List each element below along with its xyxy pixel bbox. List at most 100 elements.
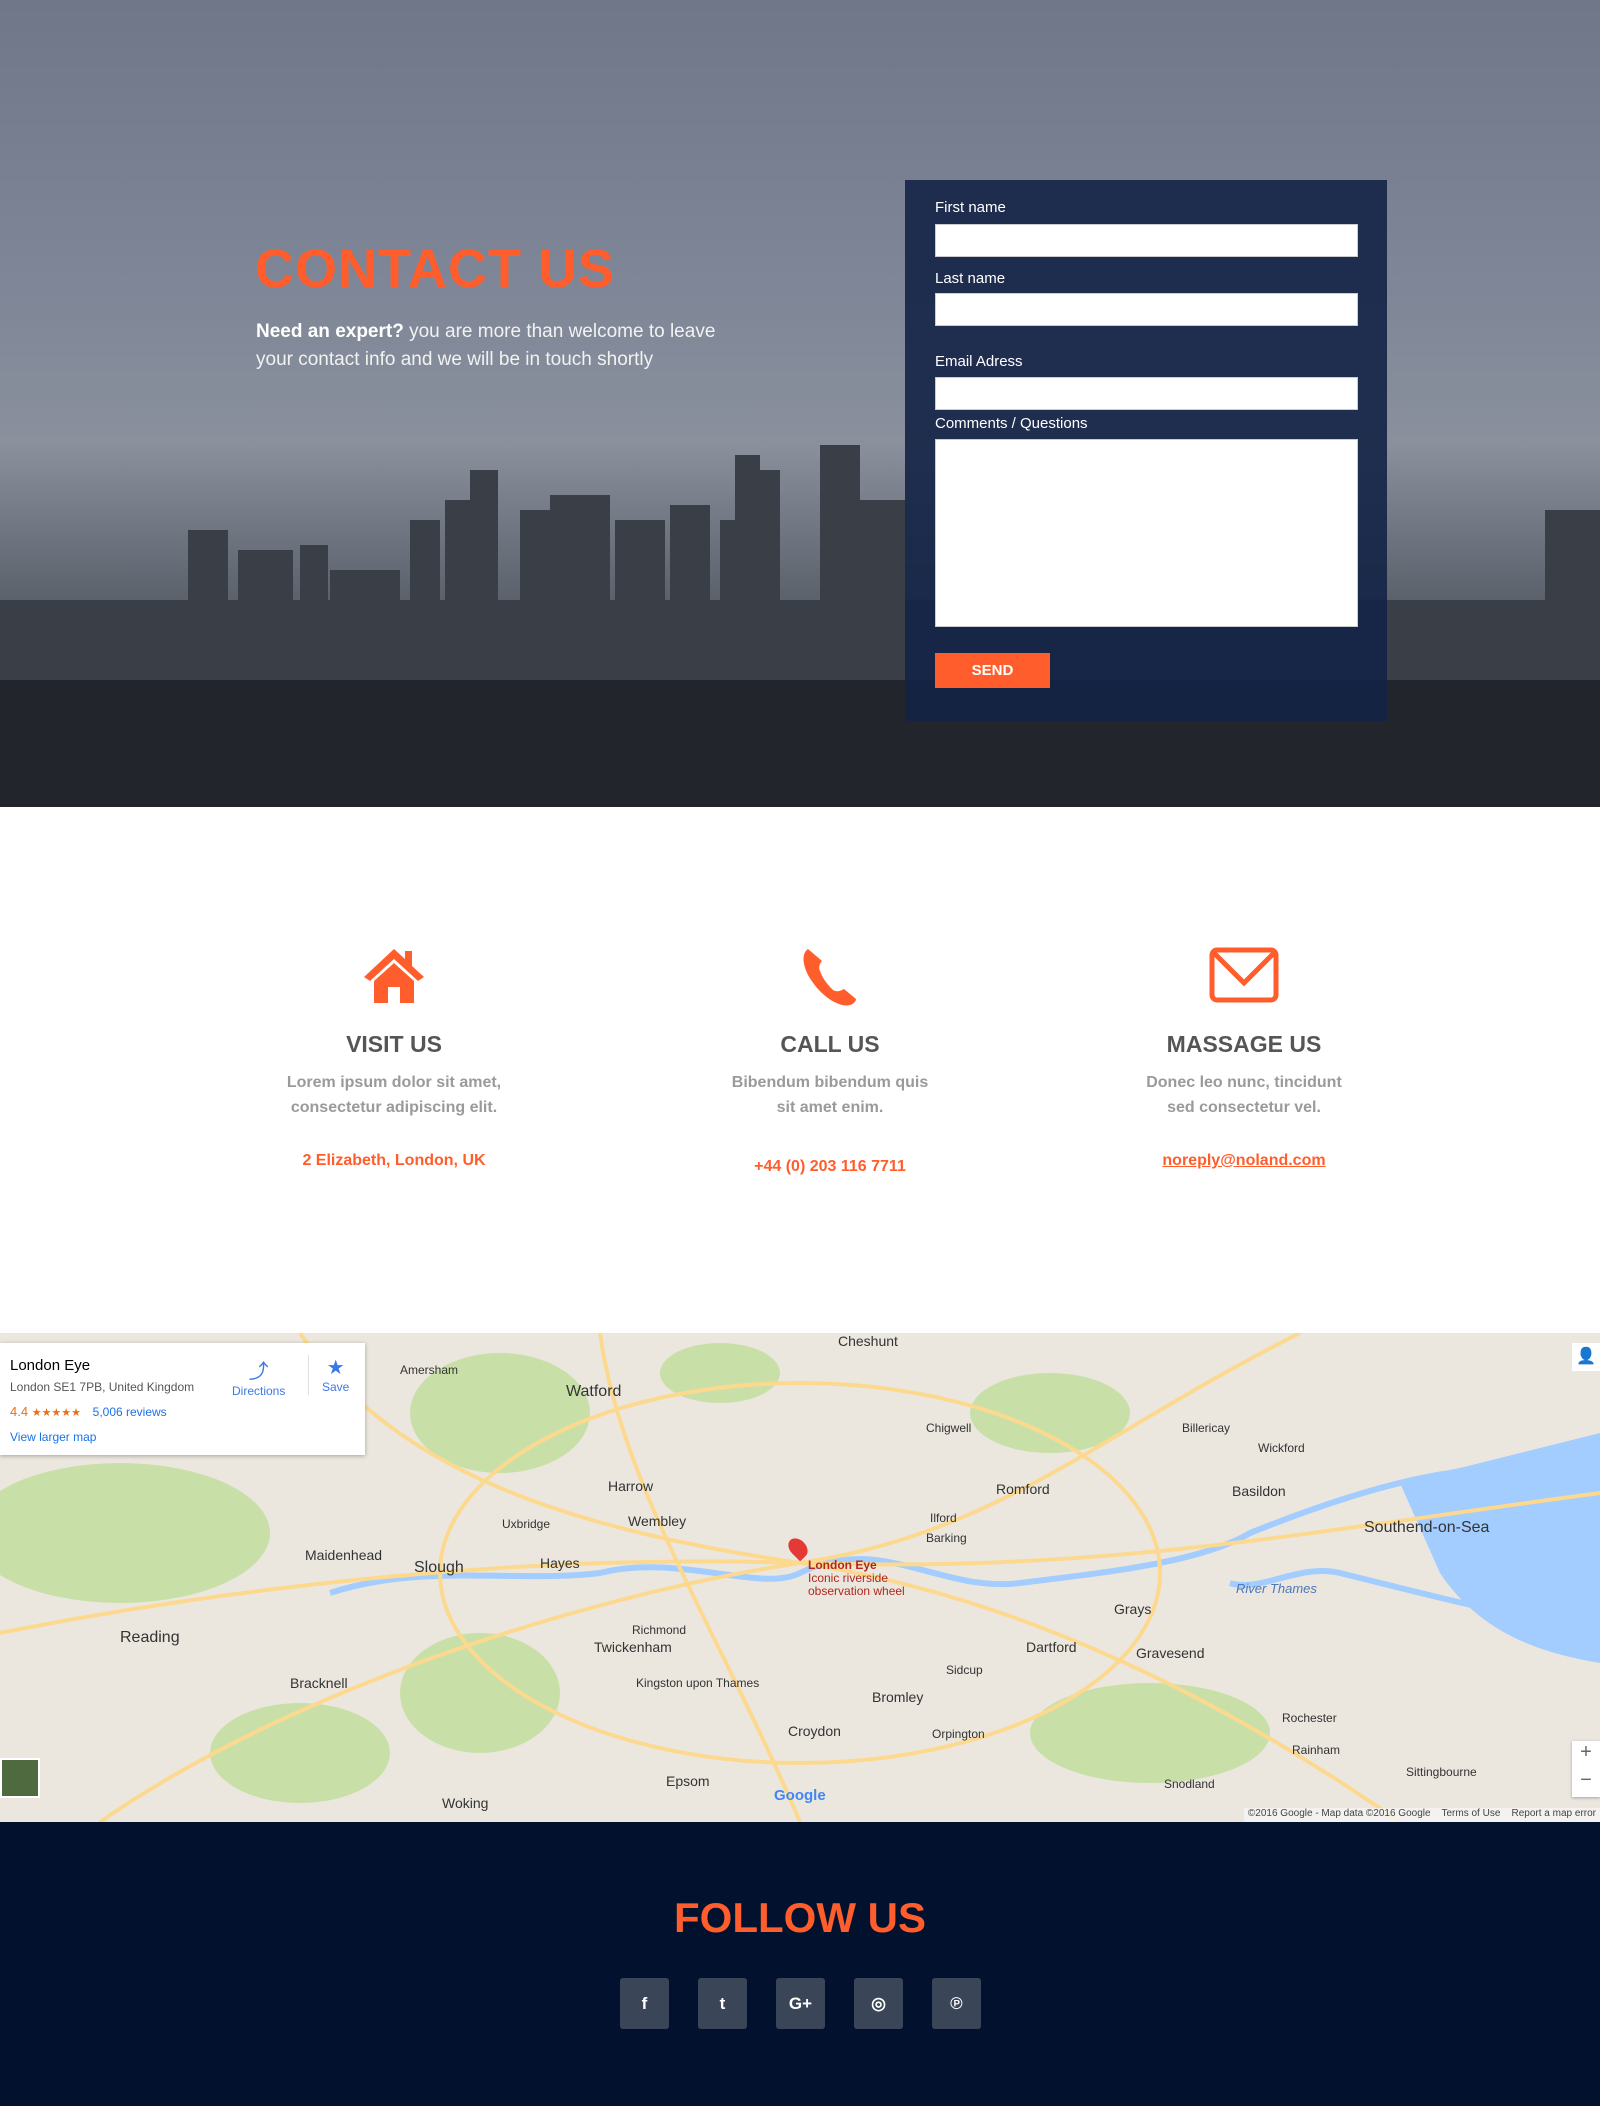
- map-label: Dartford: [1026, 1639, 1077, 1655]
- address-text: 2 Elizabeth, London, UK: [302, 1152, 486, 1169]
- call-us-title: CALL US: [780, 1031, 880, 1057]
- message-us-text: Donec leo nunc, tincidunt sed consectetur…: [1064, 1070, 1424, 1120]
- map-label: Epsom: [666, 1773, 710, 1789]
- map-label: Snodland: [1164, 1777, 1215, 1791]
- map-label: Kingston upon Thames: [636, 1676, 760, 1690]
- footer: FOLLOW US f t G+ ◎ ℗: [0, 1822, 1600, 2106]
- hero-section: CONTACT US Need an expert? you are more …: [0, 0, 1600, 807]
- visit-text-line1: Lorem ipsum dolor sit amet,: [286, 1074, 502, 1091]
- send-button[interactable]: SEND: [935, 653, 1050, 688]
- twitter-button[interactable]: t: [698, 1978, 747, 2029]
- page-title: CONTACT US: [255, 239, 615, 299]
- map-label: Bracknell: [290, 1675, 348, 1691]
- view-larger-map-link[interactable]: View larger map: [10, 1430, 96, 1444]
- map-label: Billericay: [1182, 1421, 1231, 1435]
- contact-form: First name Last name Email Adress Commen…: [905, 180, 1387, 721]
- save-button[interactable]: ★ Save: [322, 1355, 349, 1394]
- visit-us-block: VISIT US Lorem ipsum dolor sit amet, cons…: [214, 947, 574, 1170]
- map-label: Rainham: [1292, 1743, 1341, 1757]
- marker-title: London Eye: [808, 1558, 877, 1572]
- contact-info-section: VISIT US Lorem ipsum dolor sit amet, cons…: [0, 807, 1600, 1333]
- map-label: Croydon: [788, 1723, 841, 1739]
- map-label: Richmond: [632, 1623, 687, 1637]
- call-text-line1: Bibendum bibendum quis: [731, 1074, 929, 1091]
- map-attribution: ©2016 Google - Map data ©2016 Google Ter…: [1243, 1808, 1600, 1822]
- terms-link[interactable]: Terms of Use: [1441, 1808, 1500, 1819]
- marker-label: London Eye Iconic riverside observation …: [808, 1559, 905, 1598]
- map-label: Grays: [1114, 1601, 1152, 1617]
- twitter-icon: t: [719, 1993, 726, 2013]
- message-us-block: MASSAGE US Donec leo nunc, tincidunt sed …: [1064, 947, 1424, 1170]
- instagram-icon: ◎: [871, 1993, 886, 2013]
- map-label: Maidenhead: [305, 1547, 383, 1563]
- envelope-icon: [1064, 947, 1424, 1007]
- map-label: Wembley: [628, 1513, 687, 1529]
- map-label: Hayes: [540, 1555, 580, 1571]
- map-label: Sidcup: [946, 1663, 983, 1677]
- map-label: Ilford: [930, 1511, 957, 1525]
- map-label: Slough: [414, 1559, 464, 1576]
- google-map[interactable]: Watford Harrow Wembley Slough Hayes Read…: [0, 1333, 1600, 1822]
- rating-stars: ★★★★★: [31, 1407, 82, 1419]
- comments-textarea[interactable]: [935, 439, 1358, 627]
- pinterest-icon: ℗: [950, 1993, 963, 2013]
- rating-value: 4.4: [10, 1404, 29, 1419]
- map-label: Gravesend: [1136, 1645, 1205, 1661]
- facebook-button[interactable]: f: [620, 1978, 669, 2029]
- map-label-river: River Thames: [1236, 1581, 1317, 1596]
- call-text-line2: sit amet enim.: [776, 1099, 884, 1116]
- first-name-input[interactable]: [935, 224, 1358, 257]
- directions-icon: ⤴: [248, 1361, 269, 1383]
- comments-label: Comments / Questions: [935, 415, 1088, 432]
- email-input[interactable]: [935, 377, 1358, 410]
- map-label: Woking: [442, 1795, 489, 1811]
- map-label: Amersham: [400, 1363, 459, 1377]
- zoom-in-button[interactable]: +: [1572, 1741, 1600, 1769]
- zoom-out-button[interactable]: −: [1572, 1769, 1600, 1797]
- map-label: Watford: [566, 1383, 622, 1400]
- email-label: Email Adress: [935, 353, 1023, 370]
- map-copyright: ©2016 Google - Map data ©2016 Google: [1247, 1808, 1431, 1819]
- map-label: Cheshunt: [838, 1333, 898, 1349]
- message-text-line2: sed consectetur vel.: [1167, 1099, 1321, 1116]
- instagram-button[interactable]: ◎: [854, 1978, 903, 2029]
- directions-button[interactable]: ⤴ Directions: [232, 1355, 285, 1398]
- zoom-controls: + −: [1572, 1741, 1600, 1797]
- map-label: Uxbridge: [502, 1517, 551, 1531]
- map-label: Basildon: [1232, 1483, 1286, 1499]
- map-label: Rochester: [1282, 1711, 1337, 1725]
- map-label: Bromley: [872, 1689, 924, 1705]
- last-name-label: Last name: [935, 270, 1006, 287]
- satellite-toggle[interactable]: [0, 1758, 40, 1798]
- hero-intro: Need an expert? you are more than welcom…: [256, 318, 756, 374]
- map-label: Sittingbourne: [1406, 1765, 1477, 1779]
- reviews-link[interactable]: 5,006 reviews: [93, 1405, 167, 1419]
- map-label: Orpington: [932, 1727, 985, 1741]
- home-icon: [214, 947, 574, 1007]
- map-label: Southend-on-Sea: [1364, 1519, 1490, 1536]
- save-label: Save: [322, 1380, 350, 1394]
- map-label: Romford: [996, 1481, 1050, 1497]
- marker-sub2: observation wheel: [808, 1584, 905, 1598]
- map-label: Reading: [120, 1629, 180, 1646]
- first-name-label: First name: [935, 199, 1006, 216]
- place-rating: 4.4 ★★★★★ 5,006 reviews: [10, 1404, 167, 1419]
- phone-link[interactable]: +44 (0) 203 116 7711: [650, 1158, 1010, 1176]
- facebook-icon: f: [641, 1993, 648, 2013]
- google-plus-icon: G+: [788, 1993, 813, 2013]
- visit-us-title: VISIT US: [346, 1031, 442, 1057]
- report-error-link[interactable]: Report a map error: [1512, 1808, 1596, 1819]
- message-text-line1: Donec leo nunc, tincidunt: [1146, 1074, 1342, 1091]
- email-link[interactable]: noreply@noland.com: [1064, 1152, 1424, 1170]
- pinterest-button[interactable]: ℗: [932, 1978, 981, 2029]
- call-us-block: CALL US Bibendum bibendum quis sit amet e…: [650, 947, 1010, 1176]
- street-view-pegman-icon[interactable]: 👤: [1572, 1343, 1600, 1371]
- call-us-text: Bibendum bibendum quis sit amet enim.: [650, 1070, 1010, 1120]
- message-us-title: MASSAGE US: [1166, 1031, 1322, 1057]
- visit-text-line2: consectetur adipiscing elit.: [290, 1099, 498, 1116]
- place-address: London SE1 7PB, United Kingdom: [10, 1380, 195, 1394]
- last-name-input[interactable]: [935, 293, 1358, 326]
- google-plus-button[interactable]: G+: [776, 1978, 825, 2029]
- star-icon: ★: [326, 1357, 345, 1379]
- map-label: Barking: [926, 1531, 967, 1545]
